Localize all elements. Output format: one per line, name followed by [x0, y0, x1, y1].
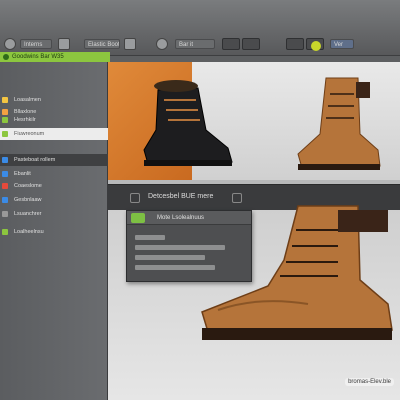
sidebar-item-icon	[2, 131, 8, 137]
info-popup: Mote Lsolealnuus	[126, 210, 252, 282]
popup-line	[135, 245, 225, 250]
page-icon[interactable]	[130, 193, 140, 203]
top-toolbar: Interns Elastic Boots Bar it Ver	[0, 0, 400, 56]
content-title: Detcesbel BUE mere	[148, 193, 214, 200]
sidebar-item[interactable]: Loalheelnsu	[0, 226, 108, 238]
main-panel: Detcesbel BUE mere Mote Lsolealnuus brom…	[108, 62, 400, 400]
app-menu-icon[interactable]	[4, 38, 16, 50]
forward-button[interactable]	[242, 38, 260, 50]
sidebar-item-label: Coaeslome	[14, 183, 42, 189]
black-boot-image	[143, 80, 233, 166]
bookmark-button[interactable]	[286, 38, 304, 50]
address-text: Goodwins Bar W35	[12, 54, 64, 60]
sidebar-item-icon	[2, 197, 8, 203]
toolbar-tab-interns[interactable]: Interns	[20, 39, 52, 49]
sidebar-item-label: Hesrhkilr	[14, 117, 36, 123]
sidebar-item[interactable]: Coaeslome	[0, 180, 108, 192]
sidebar-item-label: Gesbnlaaw	[14, 197, 42, 203]
sidebar-item-icon	[2, 97, 8, 103]
sidebar-item-label: Loalheelnsu	[14, 229, 44, 235]
secure-icon	[3, 54, 9, 60]
brand-label: bromas-Elev.ble	[345, 378, 394, 386]
sidebar-item-label: Pasteboat rollem	[14, 157, 56, 163]
popup-line	[135, 235, 165, 240]
sidebar-item-icon	[2, 183, 8, 189]
sidebar-item[interactable]: Hesrhkilr	[0, 114, 108, 126]
sidebar-item[interactable]: Ebanlit	[0, 168, 108, 180]
window-icon[interactable]	[124, 38, 136, 50]
sidebar: Loasalmen Bllaxlone Hesrhkilr Fiuwreonum Pas…	[0, 62, 108, 400]
extension-button[interactable]	[306, 38, 324, 51]
square-icon[interactable]	[58, 38, 70, 50]
popup-title: Mote Lsolealnuus	[157, 215, 205, 221]
sidebar-item-icon	[2, 117, 8, 123]
toolbar-tab-bar[interactable]: Bar it	[175, 39, 215, 49]
back-button[interactable]	[222, 38, 240, 50]
badge-icon	[311, 41, 321, 51]
sidebar-item-label: Fiuwreonum	[14, 131, 45, 137]
sidebar-item-icon	[2, 157, 8, 163]
popup-line	[135, 265, 215, 270]
sidebar-item[interactable]: Lsuanchrer	[0, 208, 108, 220]
tan-boot-image	[297, 77, 381, 170]
address-bar[interactable]: Goodwins Bar W35	[0, 52, 110, 62]
sidebar-item[interactable]: Loasalmen	[0, 94, 108, 106]
sidebar-item[interactable]: Gesbnlaaw	[0, 194, 108, 206]
globe-icon[interactable]	[156, 38, 168, 50]
sidebar-item[interactable]: Pasteboat rollem	[0, 154, 108, 166]
sidebar-item[interactable]: Fiuwreonum	[0, 128, 108, 140]
sidebar-item-icon	[2, 211, 8, 217]
sidebar-item-label: Ebanlit	[14, 171, 31, 177]
popup-line	[135, 255, 205, 260]
popup-header: Mote Lsolealnuus	[127, 211, 251, 225]
sidebar-item-icon	[2, 229, 8, 235]
sidebar-item-label: Lsuanchrer	[14, 211, 42, 217]
sidebar-item-label: Loasalmen	[14, 97, 41, 103]
toolbar-tab-ver[interactable]: Ver	[330, 39, 354, 49]
chat-icon	[131, 213, 145, 223]
sidebar-item-icon	[2, 171, 8, 177]
toolbar-tab-boots[interactable]: Elastic Boots	[84, 39, 120, 49]
